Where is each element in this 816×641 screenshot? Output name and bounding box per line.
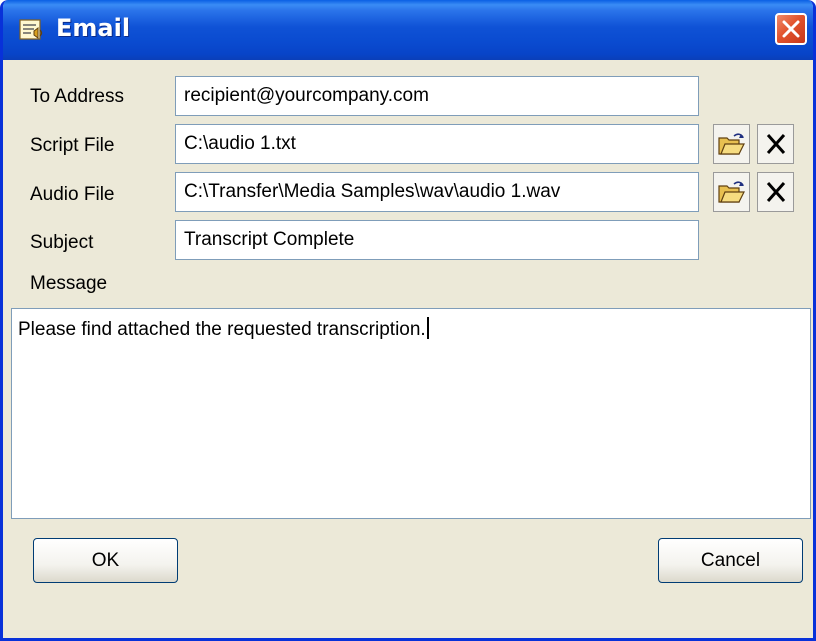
script-file-field[interactable]: C:\audio 1.txt	[175, 124, 699, 164]
audio-file-label: Audio File	[30, 184, 115, 205]
title-bar[interactable]: Email	[3, 0, 813, 60]
to-address-field[interactable]: recipient@yourcompany.com	[175, 76, 699, 116]
close-button[interactable]	[775, 13, 807, 45]
message-textarea[interactable]: Please find attached the requested trans…	[11, 308, 811, 519]
script-file-browse-button[interactable]	[713, 124, 750, 164]
clear-x-icon	[766, 134, 786, 154]
message-text: Please find attached the requested trans…	[18, 319, 426, 340]
cancel-button[interactable]: Cancel	[658, 538, 803, 583]
script-file-label: Script File	[30, 135, 115, 156]
text-caret	[426, 317, 429, 339]
subject-field[interactable]: Transcript Complete	[175, 220, 699, 260]
audio-file-browse-button[interactable]	[713, 172, 750, 212]
audio-file-field[interactable]: C:\Transfer\Media Samples\wav\audio 1.wa…	[175, 172, 699, 212]
window-title: Email	[56, 14, 131, 42]
audio-file-clear-button[interactable]	[757, 172, 794, 212]
message-label: Message	[30, 273, 108, 294]
subject-label: Subject	[30, 232, 94, 253]
email-app-icon	[19, 17, 45, 43]
to-address-label: To Address	[30, 86, 124, 107]
ok-button[interactable]: OK	[33, 538, 178, 583]
script-file-clear-button[interactable]	[757, 124, 794, 164]
close-icon	[782, 20, 800, 38]
open-folder-icon	[718, 133, 745, 155]
open-folder-icon	[718, 181, 745, 203]
clear-x-icon	[766, 182, 786, 202]
email-dialog: Email To Address recipient@yourcompany.c…	[0, 0, 816, 641]
